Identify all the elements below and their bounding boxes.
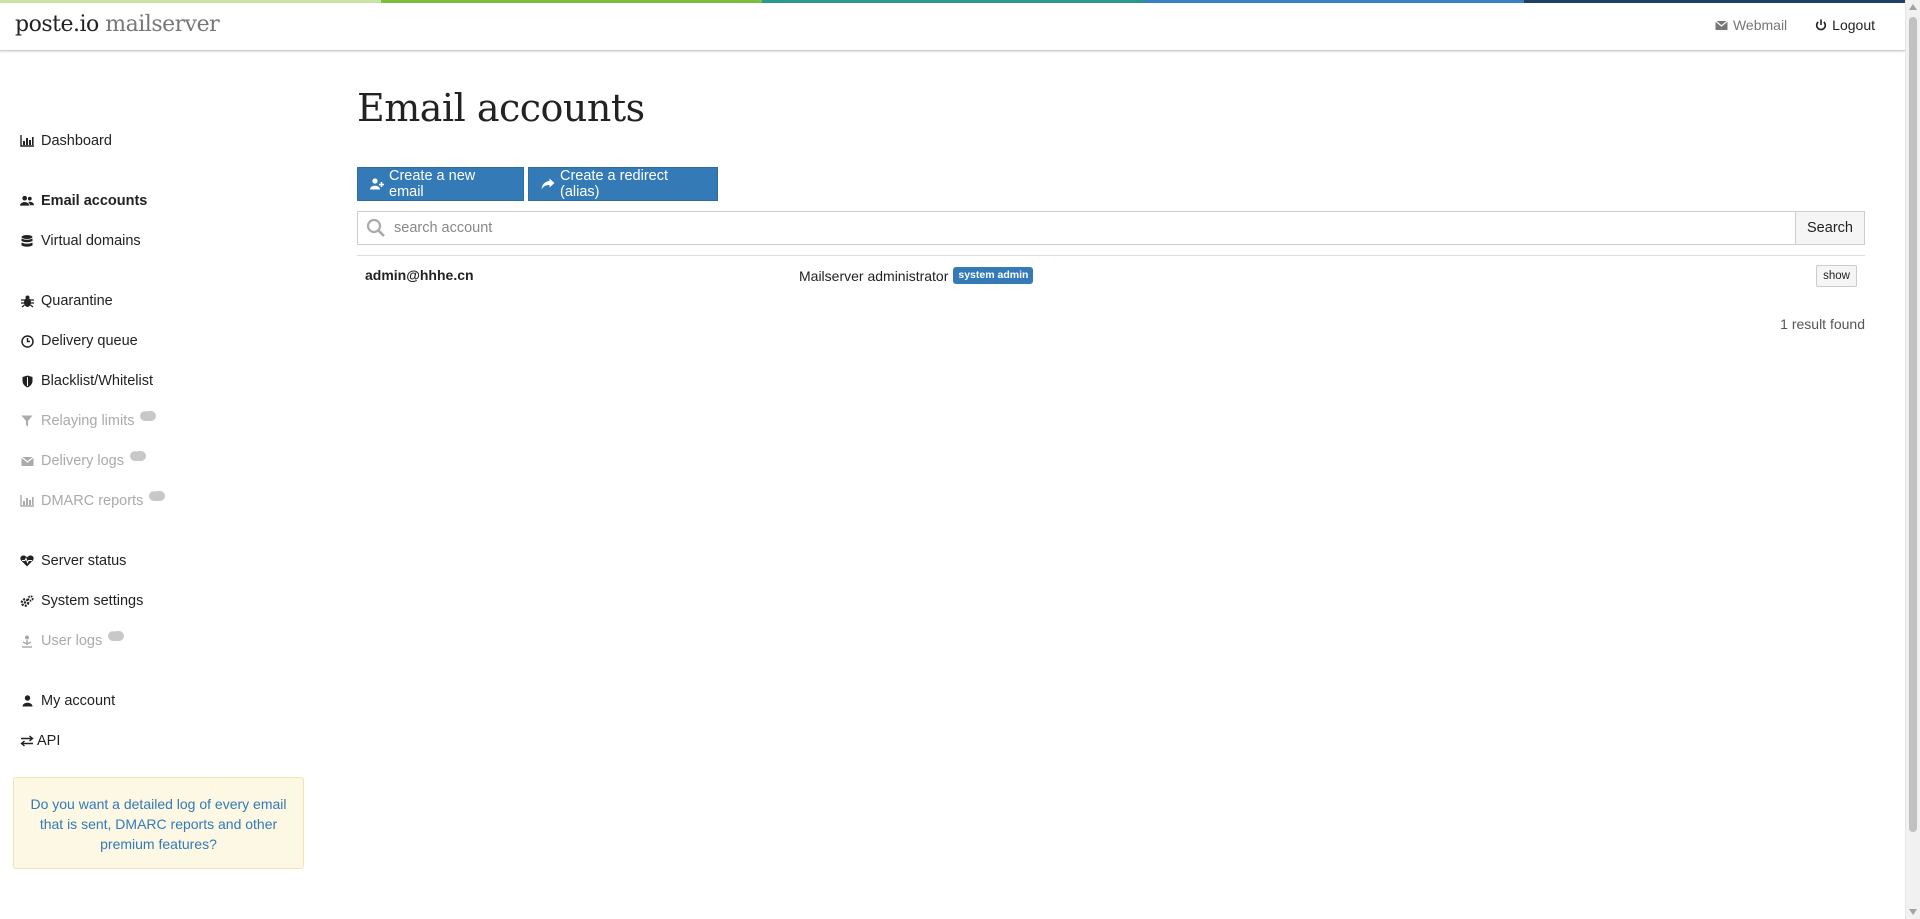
sidebar-item-email-accounts[interactable]: Email accounts	[20, 193, 147, 209]
brand-logo[interactable]: poste.io mailserver	[15, 12, 220, 37]
sidebar-item-label: Server status	[41, 553, 127, 569]
cogs-icon	[20, 594, 34, 608]
vertical-scrollbar[interactable]	[1905, 0, 1920, 919]
brand-main: poste.io	[15, 12, 99, 37]
premium-bubble-icon	[149, 486, 166, 501]
sidebar-item-label: My account	[41, 693, 116, 709]
bug-icon	[20, 294, 34, 308]
user-plus-icon	[370, 178, 384, 190]
accounts-table: admin@hhhe.cn Mailserver administrator s…	[357, 255, 1865, 296]
webmail-link[interactable]: Webmail	[1715, 17, 1787, 33]
search-icon	[366, 218, 386, 238]
webmail-label: Webmail	[1732, 17, 1788, 33]
account-name-text: Mailserver administrator	[799, 267, 949, 284]
sidebar-item-label: Delivery queue	[41, 333, 138, 349]
header-links: Webmail Logout	[1715, 17, 1875, 33]
scroll-up-arrow-icon[interactable]	[1909, 4, 1917, 10]
sidebar-item-label: System settings	[41, 593, 144, 609]
logout-label: Logout	[1832, 17, 1875, 33]
clock-icon	[20, 334, 34, 348]
share-arrow-icon	[541, 178, 555, 190]
user-icon	[20, 694, 34, 708]
bar-chart-icon	[20, 134, 34, 148]
sidebar-item-dmarc-reports[interactable]: DMARC reports	[20, 486, 166, 509]
table-row[interactable]: admin@hhhe.cn Mailserver administrator s…	[357, 256, 1865, 296]
exchange-icon	[20, 734, 34, 748]
sidebar-item-label: Email accounts	[41, 193, 148, 209]
database-icon	[20, 234, 34, 248]
sidebar-item-api[interactable]: API	[20, 733, 60, 749]
sidebar-item-label: User logs	[41, 633, 103, 649]
premium-bubble-icon	[108, 626, 125, 641]
create-redirect-label: Create a redirect (alias)	[560, 168, 668, 200]
sidebar-item-my-account[interactable]: My account	[20, 693, 115, 709]
sidebar-item-delivery-logs[interactable]: Delivery logs	[20, 446, 146, 469]
sidebar-item-label: Quarantine	[41, 293, 113, 309]
shield-icon	[20, 374, 34, 388]
sidebar-item-relaying-limits[interactable]: Relaying limits	[20, 406, 157, 429]
create-email-label: Create a new email	[389, 168, 476, 200]
sidebar-item-label: API	[37, 733, 61, 749]
create-redirect-button[interactable]: Create a redirect (alias)	[528, 167, 718, 201]
sidebar-item-label: Dashboard	[41, 133, 112, 149]
brand-sub: mailserver	[105, 12, 220, 37]
sidebar-item-system-settings[interactable]: System settings	[20, 593, 143, 609]
filter-icon	[20, 414, 34, 428]
sidebar-item-delivery-queue[interactable]: Delivery queue	[20, 333, 138, 349]
account-email[interactable]: admin@hhhe.cn	[365, 267, 474, 283]
power-icon	[1815, 19, 1827, 31]
scroll-down-arrow-icon[interactable]	[1909, 909, 1917, 915]
users-icon	[20, 194, 34, 208]
sidebar-item-label: Relaying limits	[41, 413, 135, 429]
create-email-button[interactable]: Create a new email	[357, 167, 524, 201]
sidebar-item-label: Delivery logs	[41, 453, 124, 469]
premium-bubble-icon	[130, 446, 146, 461]
system-admin-badge: system admin	[953, 267, 1034, 284]
sidebar-item-virtual-domains[interactable]: Virtual domains	[20, 233, 141, 249]
result-count: 1 result found	[1780, 316, 1865, 332]
scrollbar-thumb[interactable]	[1909, 17, 1917, 832]
sidebar-item-label: Blacklist/Whitelist	[41, 373, 153, 389]
show-button[interactable]: show	[1816, 265, 1857, 287]
header: poste.io mailserver Webmail Logout	[0, 3, 1905, 51]
sidebar-item-quarantine[interactable]: Quarantine	[20, 293, 113, 309]
heartbeat-icon	[20, 554, 34, 568]
envelope-icon	[20, 454, 34, 468]
premium-promo-box[interactable]: Do you want a detailed log of every emai…	[13, 777, 304, 869]
search-button[interactable]: Search	[1795, 211, 1865, 245]
search-field[interactable]	[357, 211, 1795, 245]
sidebar-item-server-status[interactable]: Server status	[20, 553, 126, 569]
page-title: Email accounts	[357, 86, 645, 130]
sidebar-item-blacklist-whitelist[interactable]: Blacklist/Whitelist	[20, 373, 153, 389]
sidebar-item-label: Virtual domains	[41, 233, 141, 249]
sidebar-item-label: DMARC reports	[41, 493, 144, 509]
account-name: Mailserver administrator system admin	[799, 267, 1034, 284]
sidebar-item-dashboard[interactable]: Dashboard	[20, 133, 112, 149]
search-bar: Search	[357, 211, 1865, 245]
promo-text[interactable]: Do you want a detailed log of every emai…	[30, 796, 286, 852]
logout-link[interactable]: Logout	[1815, 17, 1875, 33]
envelope-icon	[1715, 20, 1728, 31]
search-input[interactable]	[394, 220, 1795, 236]
user-logs-icon	[20, 634, 34, 648]
bar-chart-icon	[20, 494, 34, 508]
sidebar-item-user-logs[interactable]: User logs	[20, 626, 125, 649]
premium-bubble-icon	[140, 406, 157, 421]
